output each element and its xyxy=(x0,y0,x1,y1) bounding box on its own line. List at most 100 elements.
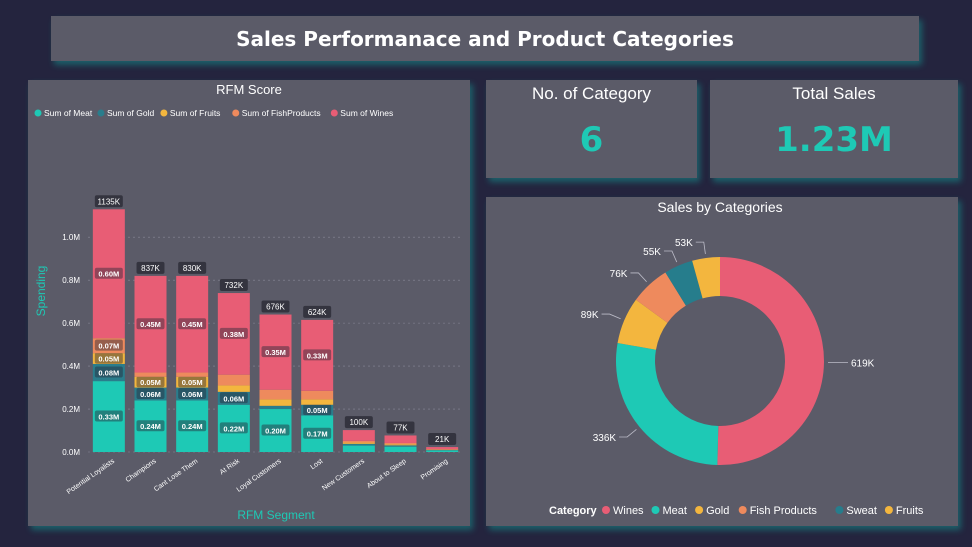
data-label: 0.33M xyxy=(307,351,328,360)
y-tick-label: 1.0M xyxy=(62,233,80,242)
legend-label-sum-of-fishproducts: Sum of FishProducts xyxy=(242,108,321,118)
bar-segment-sum-of-fruits-about-to-sleep[interactable] xyxy=(384,444,417,446)
data-label: 0.20M xyxy=(265,427,286,436)
bar-segment-sum-of-fishproducts-new-customers[interactable] xyxy=(342,440,375,443)
bar-segment-sum-of-fruits-at-risk[interactable] xyxy=(217,385,250,392)
bar-segment-sum-of-wines-new-customers[interactable] xyxy=(342,430,375,441)
slice-label: 53K xyxy=(675,238,693,249)
total-sales-label: Total Sales xyxy=(792,84,876,103)
x-tick-label: New Customers xyxy=(321,458,366,493)
slice-label: 336K xyxy=(593,433,617,444)
data-label: 0.24M xyxy=(182,422,203,431)
legend-label-fish-products: Fish Products xyxy=(750,505,818,517)
y-tick-label: 0.8M xyxy=(62,276,80,285)
legend-label-sum-of-gold: Sum of Gold xyxy=(107,108,155,118)
total-label: 676K xyxy=(266,303,285,312)
chart-title: Sales by Categories xyxy=(657,199,782,215)
x-tick-label: Cant Lose Them xyxy=(153,458,199,493)
legend-marker-sum-of-meat xyxy=(34,109,42,117)
total-label: 732K xyxy=(224,281,243,290)
legend-marker-fruits xyxy=(884,506,893,514)
legend-title: Category xyxy=(549,505,598,517)
data-label: 0.45M xyxy=(182,320,203,329)
y-tick-label: 0.4M xyxy=(62,362,80,371)
y-axis-title: Spending xyxy=(34,266,48,317)
data-label: 0.08M xyxy=(98,369,119,378)
bar-segment-sum-of-fishproducts-cant-lose-them[interactable] xyxy=(176,372,209,377)
x-tick-label: Champions xyxy=(125,458,158,484)
donut-slice-meat[interactable] xyxy=(616,342,719,465)
legend-marker-sweat xyxy=(835,506,844,514)
legend-marker-sum-of-fruits xyxy=(160,109,168,117)
bar-segment-sum-of-wines-about-to-sleep[interactable] xyxy=(384,435,417,443)
data-label: 0.06M xyxy=(182,390,203,399)
total-label: 21K xyxy=(435,435,450,444)
data-label: 0.60M xyxy=(98,270,119,279)
y-tick-label: 0.6M xyxy=(62,319,80,328)
data-label: 0.05M xyxy=(307,406,328,415)
x-tick-label: Lost xyxy=(309,458,324,471)
data-label: 0.07M xyxy=(98,342,119,351)
total-label: 77K xyxy=(393,423,408,432)
bar-segment-sum-of-meat-new-customers[interactable] xyxy=(342,445,375,452)
x-axis-title: RFM Segment xyxy=(237,508,315,522)
total-sales-card[interactable]: Total Sales 1.23M xyxy=(710,80,958,178)
total-label: 624K xyxy=(308,308,327,317)
x-tick-label: Loyal Customers xyxy=(236,458,283,494)
category-count-card[interactable]: No. of Category 6 xyxy=(486,80,697,178)
legend-label-meat: Meat xyxy=(663,505,687,517)
legend-label-fruits: Fruits xyxy=(896,505,924,517)
donut-slice-wines[interactable] xyxy=(717,257,824,465)
leader-line xyxy=(695,241,706,255)
slice-label: 619K xyxy=(851,359,875,370)
data-label: 0.05M xyxy=(140,378,161,387)
data-label: 0.06M xyxy=(223,394,244,403)
legend-marker-gold xyxy=(695,506,704,514)
legend-label-gold: Gold xyxy=(706,505,729,517)
total-label: 837K xyxy=(141,264,160,273)
x-tick-label: Promising xyxy=(420,458,450,482)
bar-segment-sum-of-fishproducts-loyal-customers[interactable] xyxy=(259,389,292,400)
bar-segment-sum-of-fishproducts-lost[interactable] xyxy=(301,390,334,400)
legend-label-sum-of-wines: Sum of Wines xyxy=(340,108,393,118)
bar-segment-sum-of-meat-promising[interactable] xyxy=(426,450,459,452)
sales-donut-chart[interactable]: Sales by Categories 619K 336K 89K 76K 55K 53K C… xyxy=(486,197,958,526)
legend-marker-sum-of-fishproducts xyxy=(232,109,240,117)
title-banner: Sales Performanace and Product Categorie… xyxy=(51,16,919,61)
bar-segment-sum-of-gold-new-customers[interactable] xyxy=(342,443,375,446)
bar-segment-sum-of-fishproducts-champions[interactable] xyxy=(134,372,167,377)
bar-segment-sum-of-meat-about-to-sleep[interactable] xyxy=(384,446,417,452)
sales-by-categories-card[interactable]: Sales by Categories 619K 336K 89K 76K 55K 53K C… xyxy=(486,197,958,526)
bar-segment-sum-of-fishproducts-at-risk[interactable] xyxy=(217,374,250,386)
bar-segment-sum-of-fruits-loyal-customers[interactable] xyxy=(259,399,292,406)
bar-segment-sum-of-fruits-lost[interactable] xyxy=(301,399,334,405)
legend-marker-wines xyxy=(602,506,610,514)
bar-segment-sum-of-fishproducts-about-to-sleep[interactable] xyxy=(384,442,417,445)
legend-marker-sum-of-gold xyxy=(97,109,105,117)
total-sales-value: 1.23M xyxy=(775,120,893,160)
data-label: 0.45M xyxy=(140,320,161,329)
slice-label: 55K xyxy=(643,247,661,258)
category-count-label: No. of Category xyxy=(531,84,652,103)
x-tick-label: About to Sleep xyxy=(366,458,408,490)
legend-label-sum-of-fruits: Sum of Fruits xyxy=(170,108,221,118)
y-tick-label: 0.0M xyxy=(62,448,80,457)
data-label: 0.24M xyxy=(140,422,161,431)
legend-label-sweat: Sweat xyxy=(846,505,877,517)
y-tick-label: 0.2M xyxy=(62,405,80,414)
x-tick-label: Potential Loyalists xyxy=(66,458,117,496)
bar-segment-sum-of-wines-promising[interactable] xyxy=(426,447,459,450)
data-label: 0.35M xyxy=(265,348,286,357)
page-title: Sales Performanace and Product Categorie… xyxy=(236,26,734,51)
bar-segment-sum-of-fruits-new-customers[interactable] xyxy=(342,442,375,444)
data-label: 0.17M xyxy=(307,430,328,439)
bar-segment-sum-of-gold-loyal-customers[interactable] xyxy=(259,405,292,410)
leader-line xyxy=(663,250,678,263)
bar-segment-sum-of-gold-about-to-sleep[interactable] xyxy=(384,445,417,447)
slice-label: 89K xyxy=(581,310,599,321)
rfm-score-card[interactable]: RFM Score Sum of Meat Sum of Gold Sum of Fr… xyxy=(28,80,470,526)
leader-line xyxy=(630,272,647,283)
total-label: 100K xyxy=(349,418,368,427)
rfm-bar-chart[interactable]: RFM Score Sum of Meat Sum of Gold Sum of Fr… xyxy=(28,80,470,526)
data-label: 0.22M xyxy=(223,424,244,433)
